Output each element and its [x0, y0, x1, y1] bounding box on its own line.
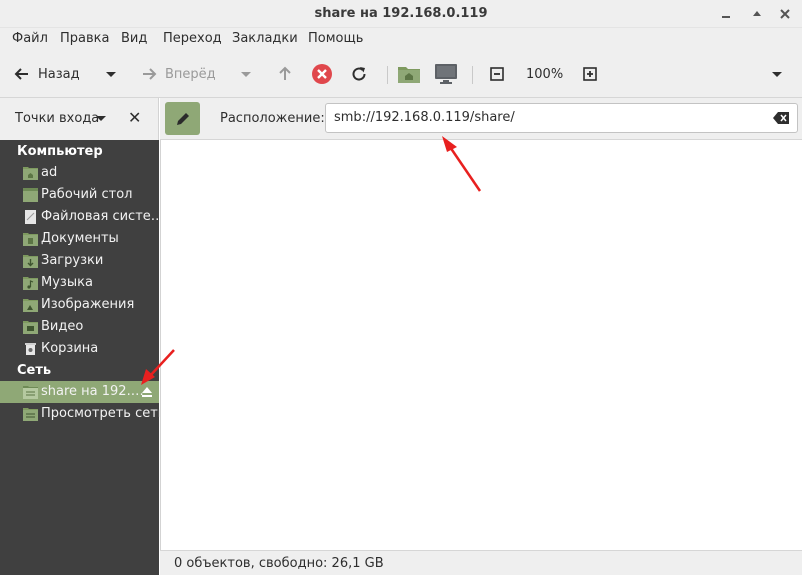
forward-label: Вперёд	[165, 66, 216, 82]
zoom-out-button[interactable]	[490, 62, 504, 86]
sidebar-item-trash[interactable]: Корзина	[0, 338, 159, 360]
location-bar: Расположение: smb://192.168.0.119/share/	[160, 98, 802, 140]
documents-folder-icon	[23, 233, 38, 246]
menu-go[interactable]: Переход	[163, 31, 222, 46]
status-text: 0 объектов, свободно: 26,1 GB	[174, 556, 384, 571]
menu-view[interactable]: Вид	[121, 31, 147, 46]
sidebar-item-label: Рабочий стол	[41, 187, 133, 202]
menu-bookmarks[interactable]: Закладки	[232, 31, 298, 46]
section-computer: Компьютер	[17, 144, 103, 159]
section-network: Сеть	[17, 363, 52, 378]
sidebar-item-label: Файловая систе…	[41, 209, 164, 224]
sidebar: Компьютер ad Рабочий стол Файловая систе…	[0, 140, 165, 575]
window-title: share на 192.168.0.119	[314, 6, 488, 21]
menu-help[interactable]: Помощь	[308, 31, 363, 46]
minimize-icon[interactable]	[716, 4, 736, 24]
back-button[interactable]: Назад	[14, 62, 80, 86]
arrow-right-icon	[143, 68, 157, 80]
zoom-out-icon	[490, 67, 504, 81]
zoom-in-button[interactable]	[583, 62, 597, 86]
chevron-down-icon	[106, 72, 116, 77]
status-bar: 0 объектов, свободно: 26,1 GB	[160, 550, 802, 575]
sidebar-item-music[interactable]: Музыка	[0, 272, 159, 294]
sidebar-item-videos[interactable]: Видео	[0, 316, 159, 338]
sidebar-item-home[interactable]: ad	[0, 162, 159, 184]
sidebar-item-label: Загрузки	[41, 253, 104, 268]
sidebar-item-documents[interactable]: Документы	[0, 228, 159, 250]
sidebar-item-label: share на 192.…	[41, 384, 144, 399]
zoom-in-icon	[583, 67, 597, 81]
view-options-dropdown[interactable]	[771, 62, 783, 86]
maximize-icon[interactable]	[747, 4, 767, 24]
sidebar-item-label: Корзина	[41, 341, 99, 356]
arrow-left-icon	[14, 68, 28, 80]
toggle-location-entry-button[interactable]	[165, 102, 200, 135]
back-history-dropdown[interactable]	[105, 62, 117, 86]
zoom-level-text: 100%	[526, 66, 564, 82]
zoom-level[interactable]: 100%	[526, 62, 563, 86]
network-share-icon	[23, 386, 38, 399]
trash-icon	[25, 343, 36, 355]
stop-icon	[312, 64, 332, 84]
toolbar-separator	[387, 66, 388, 84]
reload-icon	[352, 67, 366, 81]
sidebar-item-label: Изображения	[41, 297, 135, 312]
sidebar-item-downloads[interactable]: Загрузки	[0, 250, 159, 272]
toolbar: Назад Вперёд 100%	[0, 50, 802, 98]
reload-button[interactable]	[350, 62, 368, 86]
sidebar-item-filesystem[interactable]: Файловая систе…	[0, 206, 164, 228]
sidebar-item-label: ad	[41, 165, 58, 180]
chevron-down-icon	[241, 72, 251, 77]
close-sidebar-icon[interactable]: ✕	[128, 108, 141, 127]
menu-file[interactable]: Файл	[12, 31, 48, 46]
home-button[interactable]	[397, 62, 421, 86]
sidebar-item-label: Видео	[41, 319, 84, 334]
stop-button[interactable]	[311, 62, 333, 86]
browse-network-icon	[23, 408, 38, 421]
music-folder-icon	[23, 277, 38, 290]
menu-edit[interactable]: Правка	[60, 31, 109, 46]
arrow-up-icon	[279, 66, 291, 80]
downloads-folder-icon	[23, 255, 38, 268]
forward-history-dropdown[interactable]	[240, 62, 252, 86]
forward-button[interactable]: Вперёд	[141, 62, 216, 86]
file-view[interactable]	[160, 140, 802, 550]
videos-folder-icon	[23, 321, 38, 334]
sidebar-item-label: Документы	[41, 231, 119, 246]
pictures-folder-icon	[23, 299, 38, 312]
desktop-icon	[23, 188, 38, 202]
home-folder-icon	[398, 67, 420, 83]
clear-input-icon[interactable]	[773, 112, 789, 124]
filesystem-icon	[25, 210, 36, 224]
chevron-down-icon[interactable]	[96, 116, 106, 121]
sidebar-header: Точки входа ✕	[0, 98, 159, 140]
title-bar: share на 192.168.0.119	[0, 0, 802, 28]
location-input[interactable]: smb://192.168.0.119/share/	[325, 103, 798, 133]
sidebar-item-desktop[interactable]: Рабочий стол	[0, 184, 159, 206]
computer-button[interactable]	[434, 62, 458, 86]
sidebar-item-network-share[interactable]: share на 192.…	[0, 381, 159, 403]
up-button[interactable]	[277, 62, 293, 86]
sidebar-item-label: Музыка	[41, 275, 93, 290]
sidebar-item-pictures[interactable]: Изображения	[0, 294, 159, 316]
home-folder-icon	[23, 167, 38, 180]
menu-bar: Файл Правка Вид Переход Закладки Помощь	[0, 28, 802, 50]
eject-icon[interactable]	[142, 386, 152, 398]
sidebar-item-browse-network[interactable]: Просмотреть сеть	[0, 403, 165, 425]
chevron-down-icon	[772, 72, 782, 77]
back-label: Назад	[38, 66, 80, 82]
sidebar-view-selector[interactable]: Точки входа	[15, 111, 99, 126]
close-icon[interactable]	[775, 4, 795, 24]
location-value: smb://192.168.0.119/share/	[334, 110, 515, 125]
location-label: Расположение:	[220, 111, 325, 126]
sidebar-item-label: Просмотреть сеть	[41, 406, 166, 421]
pencil-icon	[177, 113, 189, 125]
computer-icon	[435, 64, 457, 84]
toolbar-separator	[472, 66, 473, 84]
